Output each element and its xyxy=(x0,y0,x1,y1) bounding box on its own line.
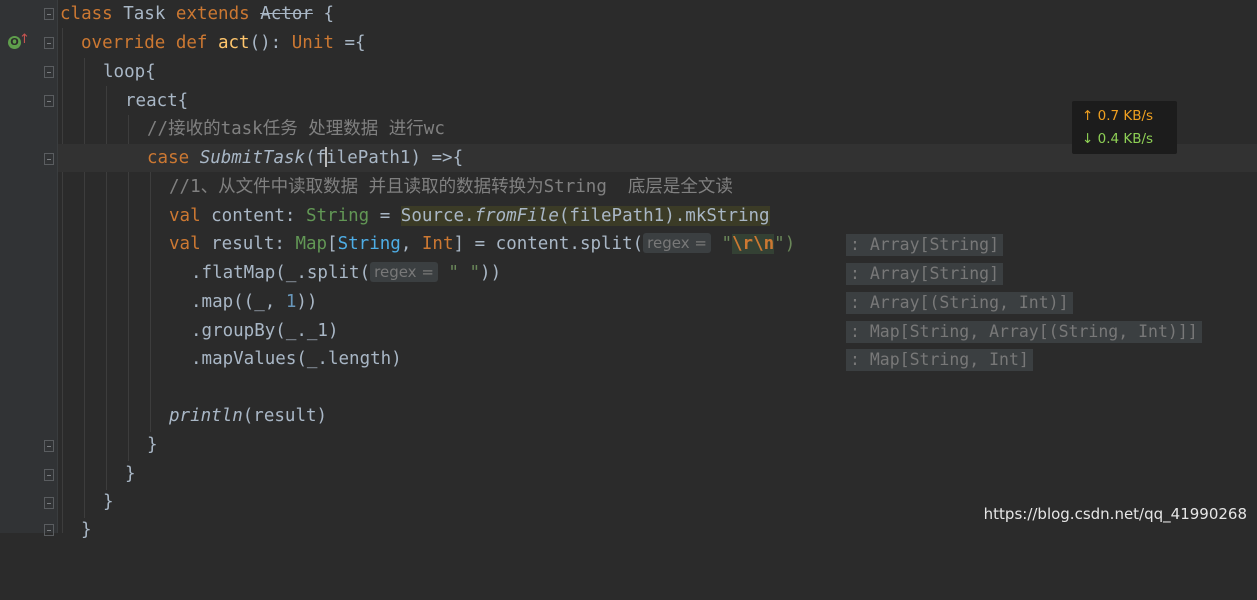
code-line-7: //1、从文件中读取数据 并且读取的数据转换为String 底层是全文读 xyxy=(58,173,1257,201)
comment: //1、从文件中读取数据 并且读取的数据转换为String 底层是全文读 xyxy=(169,177,733,197)
type-name: Map xyxy=(295,234,328,254)
download-speed-value: 0.4 KB/s xyxy=(1097,131,1154,147)
class-name: Task xyxy=(112,4,176,24)
type-hint: : Array[(String, Int)] xyxy=(846,292,1073,314)
closing-brace: } xyxy=(81,520,92,540)
keyword: override xyxy=(81,33,166,53)
keyword: class xyxy=(60,4,113,24)
parameter-hint: regex = xyxy=(370,262,438,282)
code-line-15: println(result) xyxy=(58,402,1257,430)
string-literal: " xyxy=(710,234,733,254)
function-name: act xyxy=(217,33,250,53)
type-hint: : Array[String] xyxy=(846,234,1004,256)
fold-marker-icon[interactable] xyxy=(44,440,54,452)
punctuation: )) xyxy=(296,292,318,312)
code-line-11: .map((_, 1)) : Array[(String, Int)] xyxy=(58,288,1257,316)
fold-marker-icon[interactable] xyxy=(44,524,54,536)
deprecated-class: Actor xyxy=(260,4,313,24)
punctuation: ] xyxy=(453,234,465,254)
code-line-16: } xyxy=(58,431,1257,459)
comment: //接收的task任务 处理数据 进行wc xyxy=(147,119,445,139)
code-editor[interactable]: class Task extends Actor { override def … xyxy=(58,0,1257,540)
identifier: ilePath1 xyxy=(326,148,411,168)
class-name: SubmitTask xyxy=(189,148,306,168)
code-line-3: loop{ xyxy=(58,58,1257,86)
punctuation: ={ xyxy=(333,33,366,53)
closing-brace: } xyxy=(103,492,114,512)
code-line-8: val content: String = Source.fromFile(fi… xyxy=(58,202,1257,230)
code-text: react{ xyxy=(125,91,189,111)
type-hint: : Array[String] xyxy=(846,263,1004,285)
fold-marker-icon[interactable] xyxy=(44,37,54,49)
method-call: .mapValues(_.length) xyxy=(191,349,402,369)
network-speed-widget: ↑ 0.7 KB/s ↓ 0.4 KB/s xyxy=(1072,101,1177,154)
punctuation: , xyxy=(400,234,422,254)
method-call: .map((_, xyxy=(191,292,286,312)
punctuation: ) =>{ xyxy=(410,148,464,168)
operator: = xyxy=(369,206,401,226)
upload-speed: ↑ 0.7 KB/s xyxy=(1082,106,1153,126)
watermark: https://blog.csdn.net/qq_41990268 xyxy=(983,505,1247,523)
parameter-hint: regex = xyxy=(643,233,711,253)
brace: { xyxy=(312,4,334,24)
fold-marker-icon[interactable] xyxy=(44,153,54,165)
editor-gutter xyxy=(0,0,58,533)
keyword: def xyxy=(165,33,218,53)
keyword: val xyxy=(169,206,201,226)
upload-arrow-icon: ↑ xyxy=(1082,108,1094,124)
code-line-9: val result: Map[String, Int] = content.s… xyxy=(58,230,1257,258)
code-line-1: class Task extends Actor { xyxy=(58,0,1257,28)
arguments: (filePath1) xyxy=(558,206,675,226)
closing-brace: } xyxy=(147,435,158,455)
fold-marker-icon[interactable] xyxy=(44,8,54,20)
method-call: .groupBy(_._1) xyxy=(191,321,339,341)
identifier: Source. xyxy=(400,206,475,226)
keyword: extends xyxy=(175,4,250,24)
escape-sequence: \r\n xyxy=(732,234,775,254)
expression: = content.split( xyxy=(464,234,644,254)
punctuation: (f xyxy=(305,148,327,168)
code-line-12: .groupBy(_._1) : Map[String, Array[(Stri… xyxy=(58,317,1257,345)
upload-speed-value: 0.7 KB/s xyxy=(1097,108,1154,124)
punctuation: (): xyxy=(249,33,292,53)
type-param: String xyxy=(337,234,401,254)
string-literal: " " xyxy=(437,263,481,283)
string-literal: ") xyxy=(774,234,796,254)
identifier: content: xyxy=(200,206,306,226)
number-literal: 1 xyxy=(285,292,297,312)
code-line-13: .mapValues(_.length) : Map[String, Int] xyxy=(58,345,1257,373)
type-hint: : Map[String, Array[(String, Int)]] xyxy=(846,321,1202,343)
download-arrow-icon: ↓ xyxy=(1082,131,1094,147)
punctuation: [ xyxy=(327,234,338,254)
fold-marker-icon[interactable] xyxy=(44,95,54,107)
highlighted-expression: Source.fromFile(filePath1).mkString xyxy=(400,206,770,226)
method-name: fromFile xyxy=(474,206,559,226)
code-line-2: override def act(): Unit ={ xyxy=(58,29,1257,57)
punctuation: )) xyxy=(480,263,502,283)
override-arrow-icon[interactable]: ↑ xyxy=(19,32,30,47)
type-name: String xyxy=(305,206,370,226)
method-call: .flatMap(_.split( xyxy=(191,263,371,283)
download-speed: ↓ 0.4 KB/s xyxy=(1082,129,1153,149)
keyword: case xyxy=(147,148,190,168)
function-name: println xyxy=(169,406,243,426)
fold-marker-icon[interactable] xyxy=(44,66,54,78)
arguments: (result) xyxy=(242,406,328,426)
identifier: result: xyxy=(200,234,296,254)
method-name: .mkString xyxy=(674,206,770,226)
code-line-10: .flatMap(_.split(regex = " ")) : Array[S… xyxy=(58,259,1257,287)
type-name: Unit xyxy=(291,33,334,53)
keyword: val xyxy=(169,234,201,254)
code-line-17: } xyxy=(58,460,1257,488)
fold-marker-icon[interactable] xyxy=(44,469,54,481)
code-text: loop{ xyxy=(103,62,156,82)
closing-brace: } xyxy=(125,464,136,484)
type-hint: : Map[String, Int] xyxy=(846,349,1033,371)
fold-marker-icon[interactable] xyxy=(44,497,54,509)
type-param: Int xyxy=(421,234,454,254)
